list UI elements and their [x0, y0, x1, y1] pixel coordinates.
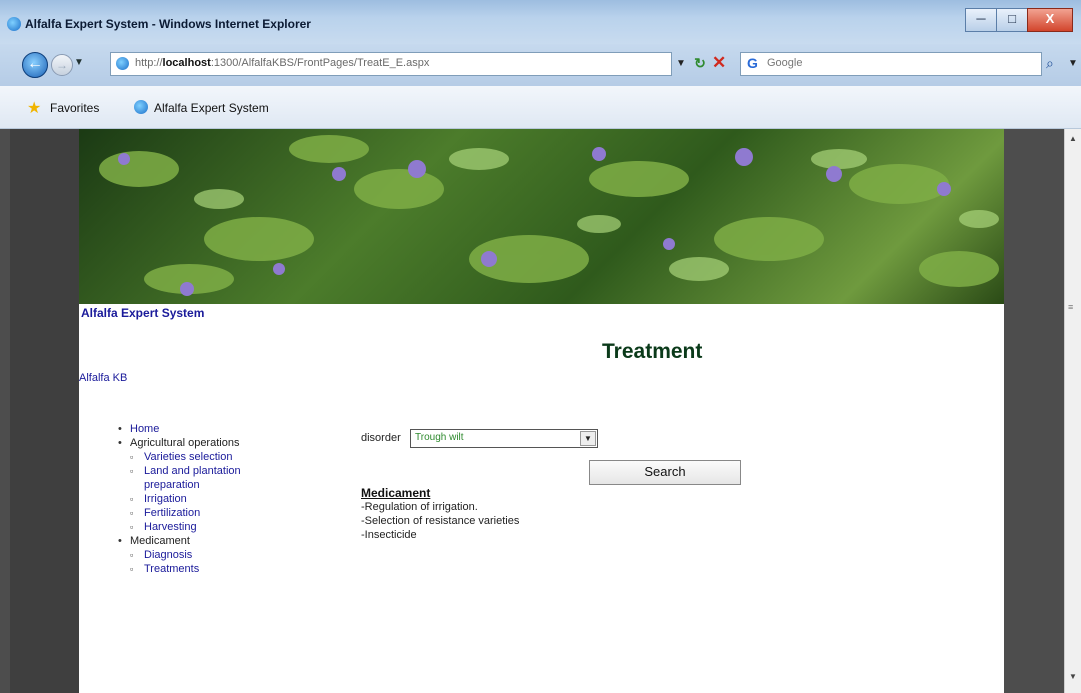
search-button[interactable]: Search — [589, 460, 741, 485]
address-url[interactable]: http://localhost:1300/AlfalfaKBS/FrontPa… — [135, 57, 429, 69]
medicament-title: Medicament — [361, 486, 431, 500]
menu-item-harvesting[interactable]: Harvesting — [118, 520, 284, 534]
maximize-button[interactable]: □ — [996, 8, 1028, 32]
medicament-line: -Insecticide — [361, 529, 417, 541]
banner-foliage — [99, 135, 999, 296]
disorder-select[interactable]: Trough wilt ▼ — [410, 429, 598, 448]
medicament-line: -Selection of resistance varieties — [361, 515, 520, 527]
menu-item-varieties-selection[interactable]: Varieties selection — [118, 450, 284, 464]
menu-diagnosis-link[interactable]: Diagnosis — [144, 549, 192, 561]
medicament-line: -Regulation of irrigation. — [361, 501, 478, 513]
menu-item-diagnosis[interactable]: Diagnosis — [118, 548, 284, 562]
menu-irrigation-link[interactable]: Irrigation — [144, 493, 187, 505]
menu-land-link[interactable]: Land and plantation preparation — [144, 464, 284, 492]
disorder-label: disorder — [361, 432, 401, 444]
page-icon — [116, 57, 129, 70]
favorites-star-icon[interactable]: ★ — [27, 98, 41, 118]
search-options-icon[interactable]: ▼ — [1068, 58, 1078, 69]
menu-item-irrigation[interactable]: Irrigation — [118, 492, 284, 506]
right-gutter — [1004, 129, 1064, 693]
left-gutter — [10, 129, 79, 693]
close-button[interactable]: X — [1027, 8, 1073, 32]
back-arrow-icon[interactable]: ← — [22, 52, 48, 78]
stop-icon[interactable]: ✕ — [712, 53, 728, 72]
site-title: Alfalfa Expert System — [81, 306, 205, 320]
menu-medicament-label: Medicament — [130, 535, 190, 547]
window-controls: ─ □ X — [965, 8, 1073, 32]
url-host: localhost — [162, 57, 211, 69]
scroll-thumb-grip-icon[interactable]: ≡ — [1068, 302, 1073, 312]
menu-item-medicament: Medicament — [118, 534, 284, 548]
menu-item-fertilization[interactable]: Fertilization — [118, 506, 284, 520]
medicament-list: -Regulation of irrigation. -Selection of… — [361, 500, 519, 542]
menu-item-treatments[interactable]: Treatments — [118, 562, 284, 576]
side-menu: Home Agricultural operations Varieties s… — [118, 422, 284, 576]
address-dropdown-icon[interactable]: ▼ — [676, 58, 686, 69]
tab-alfalfa-expert-system[interactable]: Alfalfa Expert System — [154, 101, 269, 115]
url-prefix: http:// — [135, 57, 163, 69]
scroll-up-arrow-icon[interactable]: ▲ — [1069, 134, 1077, 143]
menu-item-land-preparation[interactable]: Land and plantation preparation — [118, 464, 284, 492]
address-bar[interactable]: http://localhost:1300/AlfalfaKBS/FrontPa… — [110, 52, 672, 76]
browser-window: Alfalfa Expert System - Windows Internet… — [0, 0, 1081, 693]
title-bar: Alfalfa Expert System - Windows Internet… — [0, 0, 1081, 44]
forward-arrow-icon[interactable]: → — [51, 54, 73, 76]
menu-item-home[interactable]: Home — [118, 422, 284, 436]
alfalfa-banner-image — [79, 129, 1004, 304]
search-icon[interactable]: ⌕ — [1046, 55, 1054, 72]
window-title: Alfalfa Expert System - Windows Internet… — [25, 17, 311, 31]
page-title: Treatment — [602, 340, 703, 363]
favorites-button[interactable]: Favorites — [50, 101, 99, 115]
refresh-icon[interactable]: ↻ — [692, 55, 708, 71]
minimize-button[interactable]: ─ — [965, 8, 997, 32]
menu-harvesting-link[interactable]: Harvesting — [144, 521, 197, 533]
menu-item-agricultural-operations: Agricultural operations — [118, 436, 284, 450]
menu-treatments-link[interactable]: Treatments — [144, 563, 199, 575]
search-box[interactable]: G Google — [740, 52, 1042, 76]
menu-agri-label: Agricultural operations — [130, 437, 240, 449]
alfalfa-kb-link[interactable]: Alfalfa KB — [79, 372, 127, 384]
google-icon: G — [747, 55, 758, 71]
vertical-scrollbar[interactable] — [1064, 129, 1081, 693]
url-path: :1300/AlfalfaKBS/FrontPages/TreatE_E.asp… — [210, 57, 430, 69]
menu-varieties-link[interactable]: Varieties selection — [144, 451, 232, 463]
tab-page-icon — [134, 100, 148, 114]
menu-fertilization-link[interactable]: Fertilization — [144, 507, 200, 519]
ie-icon — [7, 17, 21, 31]
scroll-down-arrow-icon[interactable]: ▼ — [1069, 672, 1077, 681]
history-dropdown-icon[interactable]: ▼ — [74, 57, 84, 68]
disorder-selected-value: Trough wilt — [415, 432, 464, 443]
chevron-down-icon[interactable]: ▼ — [580, 431, 596, 446]
menu-home-link[interactable]: Home — [130, 423, 159, 435]
search-placeholder: Google — [767, 57, 803, 69]
